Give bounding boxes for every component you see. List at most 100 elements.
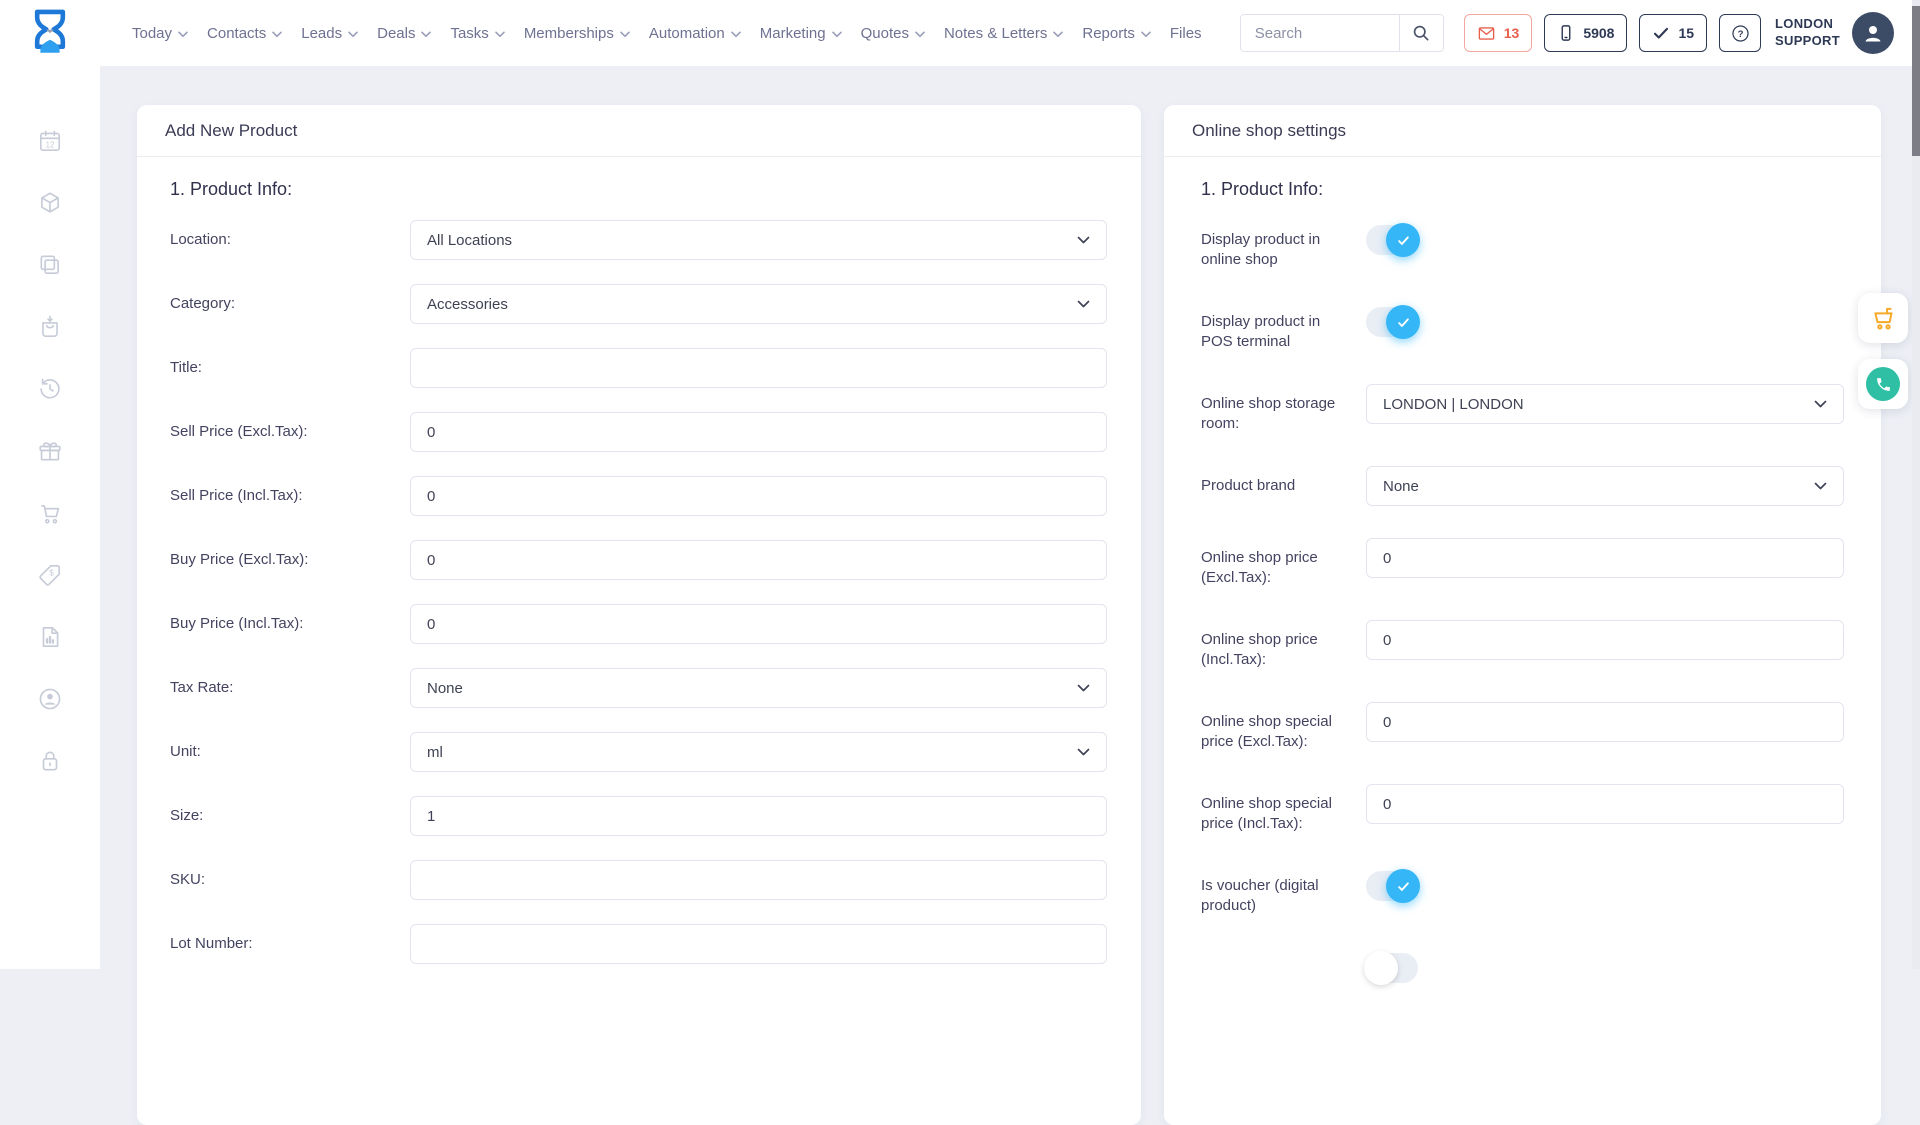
buy-price-incl-tax-input[interactable] (410, 604, 1107, 644)
nav-item-automation[interactable]: Automation (649, 25, 741, 42)
sidebar-item-gift[interactable] (37, 438, 63, 464)
section-title: 1. Product Info: (170, 157, 1107, 200)
online-shop-storage-room-select[interactable]: LONDON | LONDON (1366, 384, 1844, 424)
online-shop-special-price-incl-tax-input[interactable] (1366, 784, 1844, 824)
display-in-online-shop-toggle[interactable] (1366, 225, 1418, 255)
nav-item-notes-letters[interactable]: Notes & Letters (944, 25, 1063, 42)
chevron-down-icon (272, 29, 282, 38)
tax-rate-select[interactable]: None (410, 668, 1107, 708)
main-nav: Today Contacts Leads Deals Tasks Memberships A… (132, 25, 1202, 42)
field-label: Online shop storage room: (1201, 384, 1366, 434)
title-input[interactable] (410, 348, 1107, 388)
search-input[interactable] (1241, 15, 1399, 51)
messages-count: 13 (1504, 25, 1520, 41)
chevron-down-icon (1814, 482, 1827, 491)
sidebar-item-bag-import[interactable] (37, 314, 63, 340)
nav-item-label: Files (1170, 25, 1202, 42)
field-label: Buy Price (Incl.Tax): (170, 604, 410, 634)
nav-item-contacts[interactable]: Contacts (207, 25, 282, 42)
app-logo[interactable] (28, 8, 72, 58)
nav-item-quotes[interactable]: Quotes (861, 25, 925, 42)
nav-item-deals[interactable]: Deals (377, 25, 431, 42)
is-voucher-toggle[interactable] (1366, 871, 1418, 901)
call-button[interactable] (1858, 359, 1908, 409)
display-in-pos-terminal-toggle[interactable] (1366, 307, 1418, 337)
sell-price-incl-tax-input[interactable] (410, 476, 1107, 516)
nav-item-tasks[interactable]: Tasks (450, 25, 504, 42)
field-label: Product brand (1201, 466, 1366, 496)
sku-input[interactable] (410, 860, 1107, 900)
section-title: 1. Product Info: (1201, 157, 1844, 200)
history-icon (37, 389, 63, 406)
field-row-is-voucher: Is voucher (digital product) (1201, 866, 1844, 916)
gift-icon (37, 451, 63, 468)
nav-item-label: Notes & Letters (944, 25, 1047, 42)
field-row-online-shop-price-incl-tax: Online shop price (Incl.Tax): (1201, 620, 1844, 670)
select-value: LONDON | LONDON (1383, 396, 1524, 413)
help-button[interactable]: ? (1719, 14, 1761, 52)
bag-download-icon (37, 327, 63, 344)
topbar-actions: 13 5908 15 ? LONDON SUPPORT (1240, 12, 1920, 54)
chevron-down-icon (1077, 748, 1090, 757)
field-label (1201, 948, 1366, 958)
online-shop-price-excl-tax-input[interactable] (1366, 538, 1844, 578)
sidebar-item-price-tag[interactable]: $ (37, 562, 63, 588)
sidebar-item-cart[interactable] (37, 500, 63, 526)
unit-select[interactable]: ml (410, 732, 1107, 772)
scrollbar-thumb[interactable] (1912, 6, 1920, 156)
calendar-icon: 12 (37, 141, 63, 158)
nav-item-files[interactable]: Files (1170, 25, 1202, 42)
online-shop-price-incl-tax-input[interactable] (1366, 620, 1844, 660)
buy-price-excl-tax-input[interactable] (410, 540, 1107, 580)
sidebar-item-lock[interactable] (37, 748, 63, 774)
online-shop-special-price-excl-tax-input[interactable] (1366, 702, 1844, 742)
scrollbar[interactable] (1912, 0, 1920, 969)
field-row-sell-price-excl-tax: Sell Price (Excl.Tax): (170, 412, 1107, 452)
sidebar-item-copy[interactable] (37, 252, 63, 278)
field-label: Tax Rate: (170, 668, 410, 698)
sell-price-excl-tax-input[interactable] (410, 412, 1107, 452)
category-select[interactable]: Accessories (410, 284, 1107, 324)
field-label: Unit: (170, 732, 410, 762)
field-row-title: Title: (170, 348, 1107, 388)
sidebar-item-account[interactable] (37, 686, 63, 712)
field-row-category: Category:Accessories (170, 284, 1107, 324)
online-shop-button[interactable] (1858, 293, 1908, 343)
select-value: ml (427, 744, 443, 761)
sidebar-item-report[interactable] (37, 624, 63, 650)
package-icon (37, 203, 63, 220)
field-label: Sell Price (Incl.Tax): (170, 476, 410, 506)
cut-off-toggle[interactable] (1366, 953, 1418, 983)
calls-badge[interactable]: 5908 (1544, 14, 1627, 52)
messages-badge[interactable]: 13 (1464, 14, 1533, 52)
nav-item-reports[interactable]: Reports (1082, 25, 1151, 42)
sidebar-item-calendar[interactable]: 12 (37, 128, 63, 154)
user-avatar[interactable] (1852, 12, 1894, 54)
sidebar-item-history[interactable] (37, 376, 63, 402)
field-row-display-in-online-shop: Display product in online shop (1201, 220, 1844, 270)
search-box (1240, 14, 1444, 52)
select-value: Accessories (427, 296, 508, 313)
sidebar-item-package[interactable] (37, 190, 63, 216)
shopping-cart-icon (37, 513, 63, 530)
toggle-knob (1386, 305, 1420, 339)
nav-item-marketing[interactable]: Marketing (760, 25, 842, 42)
nav-item-leads[interactable]: Leads (301, 25, 358, 42)
price-tag-icon: $ (37, 575, 63, 592)
search-icon[interactable] (1399, 15, 1443, 51)
field-label: Online shop special price (Excl.Tax): (1201, 702, 1366, 752)
online-shop-settings-panel: Online shop settings 1. Product Info: Di… (1164, 105, 1881, 1125)
nav-item-label: Automation (649, 25, 725, 42)
nav-item-label: Leads (301, 25, 342, 42)
completed-badge[interactable]: 15 (1639, 14, 1707, 52)
chevron-down-icon (915, 29, 925, 38)
nav-item-memberships[interactable]: Memberships (524, 25, 630, 42)
size-input[interactable] (410, 796, 1107, 836)
chevron-down-icon (731, 29, 741, 38)
nav-item-today[interactable]: Today (132, 25, 188, 42)
product-brand-select[interactable]: None (1366, 466, 1844, 506)
calls-count: 5908 (1583, 25, 1614, 41)
location-select[interactable]: All Locations (410, 220, 1107, 260)
lot-number-input[interactable] (410, 924, 1107, 964)
field-label: Location: (170, 220, 410, 250)
